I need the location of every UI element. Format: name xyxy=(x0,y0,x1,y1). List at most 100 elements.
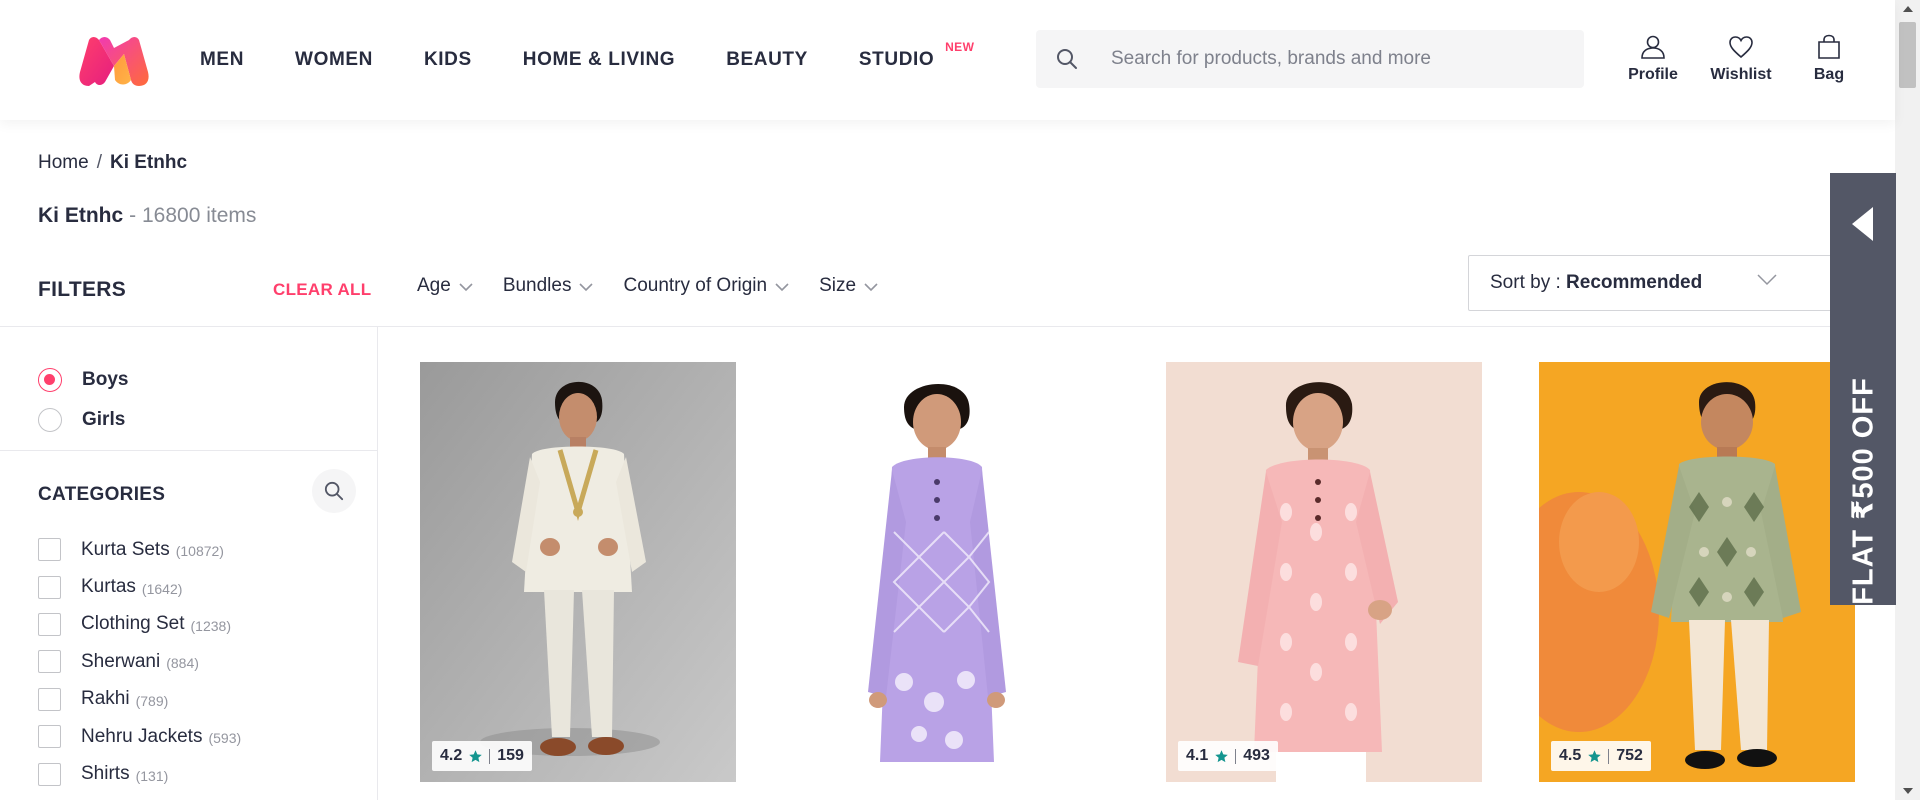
product-image xyxy=(420,362,736,782)
divider xyxy=(0,326,1895,327)
facet-bundles-label: Bundles xyxy=(502,275,572,296)
rating-badge: 4.5 752 xyxy=(1551,741,1651,771)
nav-home-living[interactable]: HOME & LIVING xyxy=(523,49,675,71)
category-item[interactable]: Nehru Jackets (593) xyxy=(38,718,241,755)
category-item[interactable]: Kurta Sets (10872) xyxy=(38,531,241,568)
product-image xyxy=(1539,362,1855,782)
facet-size-label: Size xyxy=(819,275,857,296)
category-label: Sherwani xyxy=(81,650,161,672)
product-card[interactable]: 4.5 752 xyxy=(1539,362,1855,782)
product-card[interactable] xyxy=(794,362,1110,782)
sort-dropdown[interactable]: Sort by : Recommended xyxy=(1468,255,1838,311)
category-count: (10872) xyxy=(175,543,224,560)
header: MEN WOMEN KIDS HOME & LIVING BEAUTY STUD… xyxy=(0,0,1895,120)
category-checkbox[interactable] xyxy=(38,762,61,786)
gender-girls-label: Girls xyxy=(82,409,126,430)
category-item[interactable]: Clothing Set (1238) xyxy=(38,606,241,643)
nav-men[interactable]: MEN xyxy=(200,49,244,71)
sort-text: Sort by : Recommended xyxy=(1490,272,1702,294)
category-count: (789) xyxy=(135,692,169,709)
category-count: (884) xyxy=(166,655,199,672)
category-checkbox[interactable] xyxy=(38,538,61,562)
category-label: Shirts xyxy=(81,763,130,785)
sidebar-divider xyxy=(377,327,378,800)
search-icon[interactable] xyxy=(1056,48,1078,75)
header-actions: Profile Wishlist Bag xyxy=(1620,34,1854,84)
category-label: Kurtas xyxy=(81,576,136,598)
page-scrollbar[interactable] xyxy=(1895,0,1920,800)
category-checkbox[interactable] xyxy=(38,725,61,749)
category-item[interactable]: Kurtas (1642) xyxy=(38,568,241,605)
wishlist-button[interactable]: Wishlist xyxy=(1701,34,1781,84)
product-card[interactable]: 4.2 159 xyxy=(420,362,736,782)
category-item[interactable]: Sherwani (884) xyxy=(38,643,241,680)
profile-label: Profile xyxy=(1628,66,1678,83)
breadcrumb-home[interactable]: Home xyxy=(38,152,89,174)
product-card[interactable]: 4.1 493 xyxy=(1166,362,1482,782)
facet-age[interactable]: Age xyxy=(417,275,473,297)
review-count: 493 xyxy=(1243,747,1270,764)
scroll-down-arrow[interactable] xyxy=(1903,788,1913,794)
rating-value: 4.1 xyxy=(1186,747,1209,764)
offer-banner[interactable]: FLAT ₹500 OFF xyxy=(1830,173,1896,605)
nav-women[interactable]: WOMEN xyxy=(295,49,373,71)
category-label: Kurta Sets xyxy=(81,538,170,560)
category-checkbox[interactable] xyxy=(38,650,61,674)
search-input[interactable] xyxy=(1111,30,1571,88)
clear-all-button[interactable]: CLEAR ALL xyxy=(273,280,371,300)
radio-boys[interactable] xyxy=(38,368,62,392)
chevron-down-icon xyxy=(775,282,789,291)
category-item[interactable]: Rakhi (789) xyxy=(38,681,241,718)
nav-studio-label: STUDIO xyxy=(858,49,935,70)
star-icon xyxy=(469,749,482,762)
nav-studio[interactable]: STUDIO NEW xyxy=(858,40,974,71)
category-list: Kurta Sets (10872) Kurtas (1642) Clothing … xyxy=(38,531,241,793)
category-label: Nehru Jackets xyxy=(81,725,203,747)
facet-age-label: Age xyxy=(417,275,451,296)
rating-divider xyxy=(1235,748,1237,764)
scroll-up-arrow[interactable] xyxy=(1903,6,1913,12)
category-label: Clothing Set xyxy=(81,613,185,635)
page-title-name: Ki Etnhc xyxy=(38,204,124,227)
search-bar xyxy=(1036,30,1584,88)
facet-country-of-origin[interactable]: Country of Origin xyxy=(623,275,789,297)
myntra-logo[interactable] xyxy=(77,36,151,88)
gender-boys[interactable]: Boys xyxy=(38,360,128,400)
collapse-arrow-icon[interactable] xyxy=(1852,207,1873,241)
categories-heading: CATEGORIES xyxy=(38,484,166,505)
heart-icon xyxy=(1729,36,1753,59)
gender-filter: Boys Girls xyxy=(38,360,128,440)
category-label: Rakhi xyxy=(81,688,130,710)
rating-badge: 4.1 493 xyxy=(1178,741,1278,771)
category-checkbox[interactable] xyxy=(38,575,61,599)
scroll-thumb[interactable] xyxy=(1899,22,1916,88)
rating-value: 4.5 xyxy=(1559,747,1582,764)
bag-label: Bag xyxy=(1813,66,1845,83)
category-count: (1238) xyxy=(190,617,231,634)
nav-kids[interactable]: KIDS xyxy=(424,49,472,71)
nav-beauty[interactable]: BEAUTY xyxy=(726,49,808,71)
filters-heading: FILTERS xyxy=(38,278,127,301)
bag-button[interactable]: Bag xyxy=(1804,34,1854,84)
offer-text: FLAT ₹500 OFF xyxy=(1847,377,1880,605)
facet-bundles[interactable]: Bundles xyxy=(503,275,594,297)
radio-girls[interactable] xyxy=(38,408,62,432)
category-checkbox[interactable] xyxy=(38,687,61,711)
profile-icon xyxy=(1641,35,1665,59)
rating-divider xyxy=(489,748,491,764)
facet-country-label: Country of Origin xyxy=(623,275,768,296)
review-count: 752 xyxy=(1616,747,1643,764)
star-icon xyxy=(1215,749,1228,762)
bag-icon xyxy=(1818,34,1840,59)
chevron-down-icon xyxy=(1757,274,1777,286)
rating-divider xyxy=(1608,748,1610,764)
facet-size[interactable]: Size xyxy=(819,275,878,297)
review-count: 159 xyxy=(497,747,524,764)
star-icon xyxy=(1588,749,1601,762)
product-image xyxy=(794,362,1110,782)
category-search-button[interactable] xyxy=(312,469,356,513)
category-checkbox[interactable] xyxy=(38,612,61,636)
profile-button[interactable]: Profile xyxy=(1620,34,1686,84)
category-item[interactable]: Shirts (131) xyxy=(38,755,241,792)
gender-girls[interactable]: Girls xyxy=(38,400,128,440)
